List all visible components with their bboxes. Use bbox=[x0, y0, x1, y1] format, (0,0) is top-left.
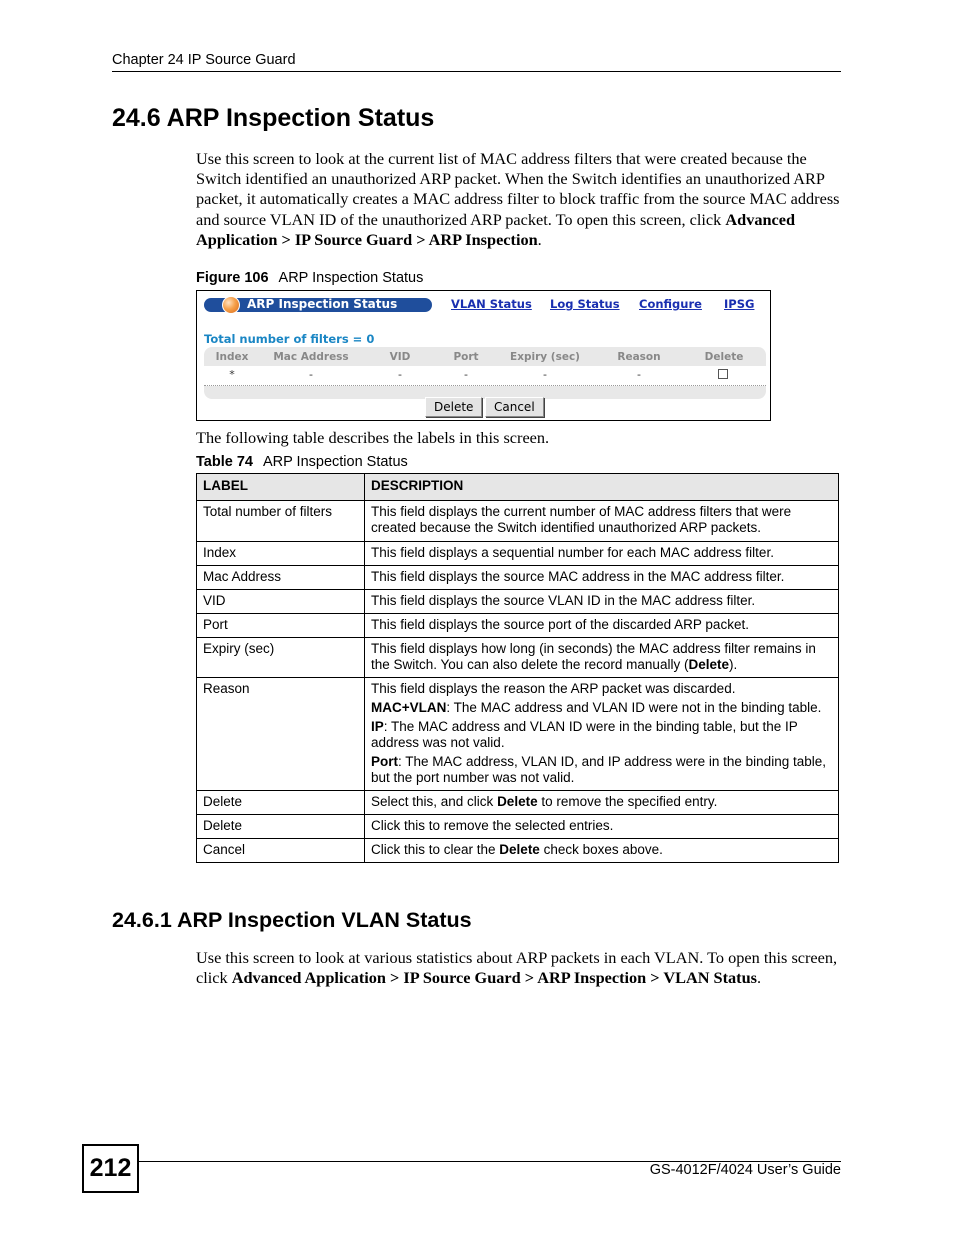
link-configure[interactable]: Configure bbox=[639, 297, 702, 311]
link-ipsg[interactable]: IPSG bbox=[724, 297, 754, 311]
intro-text-end: . bbox=[537, 229, 542, 249]
row-description: This field displays how long (in seconds… bbox=[364, 637, 839, 678]
link-vlan-status[interactable]: VLAN Status bbox=[451, 297, 532, 311]
col-port: Port bbox=[453, 351, 479, 363]
row-description: Click this to clear the Delete check box… bbox=[364, 838, 839, 863]
guide-title: GS-4012F/4024 User’s Guide bbox=[649, 1162, 841, 1178]
table-header-row: LABEL DESCRIPTION bbox=[196, 473, 839, 501]
delete-checkbox[interactable] bbox=[718, 369, 728, 379]
table-row: Cancel Click this to clear the Delete ch… bbox=[196, 838, 839, 863]
page-number: 212 bbox=[82, 1144, 139, 1193]
link-log-status[interactable]: Log Status bbox=[550, 297, 620, 311]
desc-text: Select this, and click bbox=[371, 794, 498, 809]
desc-bold: Delete bbox=[499, 842, 540, 857]
row-label: Index bbox=[196, 541, 365, 566]
table-number: Table 74 bbox=[196, 454, 253, 470]
row-label: Reason bbox=[196, 677, 365, 791]
reason-intro: This field displays the reason the ARP p… bbox=[371, 681, 736, 696]
reason-mac-vlan: MAC+VLAN: The MAC address and VLAN ID we… bbox=[371, 700, 832, 716]
row-description: This field displays the reason the ARP p… bbox=[364, 677, 839, 791]
total-filters-label: Total number of filters = 0 bbox=[204, 332, 375, 346]
desc-text: Click this to clear the bbox=[371, 842, 500, 857]
desc-bold: Delete bbox=[688, 657, 729, 672]
table-row: * - - - - - bbox=[204, 366, 766, 386]
row-label: Port bbox=[196, 613, 365, 638]
cell-index: * bbox=[229, 368, 235, 381]
reason-port: Port: The MAC address, VLAN ID, and IP a… bbox=[371, 754, 832, 786]
row-description: This field displays a sequential number … bbox=[364, 541, 839, 566]
desc-text-end: check boxes above. bbox=[539, 842, 663, 857]
cell-expiry: - bbox=[543, 368, 547, 381]
col-index: Index bbox=[215, 351, 249, 363]
row-label: Delete bbox=[196, 814, 365, 839]
orb-icon bbox=[222, 296, 240, 314]
subsection-text-end: . bbox=[756, 968, 762, 988]
col-delete: Delete bbox=[704, 351, 744, 363]
table-row: Mac Address This field displays the sour… bbox=[196, 565, 839, 590]
cell-vid: - bbox=[398, 368, 402, 381]
reason-text: : The MAC address, VLAN ID, and IP addre… bbox=[371, 754, 826, 785]
desc-bold: Delete bbox=[497, 794, 538, 809]
table-row: Index This field displays a sequential n… bbox=[196, 541, 839, 566]
table-row: Port This field displays the source port… bbox=[196, 613, 839, 638]
header-rule bbox=[112, 71, 841, 72]
chapter-header: Chapter 24 IP Source Guard bbox=[112, 52, 296, 68]
subsection-intro: Use this screen to look at various stati… bbox=[196, 948, 846, 988]
reason-text: : The MAC address and VLAN ID were not i… bbox=[446, 700, 822, 715]
figure-title: ARP Inspection Status bbox=[278, 270, 424, 286]
reason-term: MAC+VLAN bbox=[371, 700, 447, 715]
header-description: DESCRIPTION bbox=[364, 473, 839, 501]
reason-ip: IP: The MAC address and VLAN ID were in … bbox=[371, 719, 832, 751]
reason-term: Port bbox=[371, 754, 398, 769]
row-label: Cancel bbox=[196, 838, 365, 863]
figure-caption: Figure 106 ARP Inspection Status bbox=[196, 270, 423, 286]
figure-number: Figure 106 bbox=[196, 270, 269, 286]
table-row: VID This field displays the source VLAN … bbox=[196, 589, 839, 614]
cancel-button[interactable]: Cancel bbox=[485, 397, 544, 417]
row-description: This field displays the source port of t… bbox=[364, 613, 839, 638]
cell-mac-address: - bbox=[309, 368, 313, 381]
row-label: Expiry (sec) bbox=[196, 637, 365, 678]
row-description: This field displays the current number o… bbox=[364, 500, 839, 542]
desc-text-end: to remove the specified entry. bbox=[537, 794, 718, 809]
header-label: LABEL bbox=[196, 473, 365, 501]
table-row: Expiry (sec) This field displays how lon… bbox=[196, 637, 839, 678]
subsection-title: 24.6.1 ARP Inspection VLAN Status bbox=[112, 908, 472, 932]
subsection-menu-path: Advanced Application > IP Source Guard >… bbox=[231, 968, 757, 988]
reason-term: IP bbox=[371, 719, 384, 734]
row-label: Total number of filters bbox=[196, 500, 365, 542]
row-label: Mac Address bbox=[196, 565, 365, 590]
reason-text: : The MAC address and VLAN ID were in th… bbox=[371, 719, 798, 750]
tab-arp-inspection-status[interactable]: ARP Inspection Status bbox=[204, 296, 432, 314]
table-row: Reason This field displays the reason th… bbox=[196, 677, 839, 791]
delete-button[interactable]: Delete bbox=[425, 397, 483, 417]
col-reason: Reason bbox=[617, 351, 661, 363]
table-title: ARP Inspection Status bbox=[262, 454, 408, 470]
table-row: Total number of filters This field displ… bbox=[196, 500, 839, 542]
table-caption: Table 74 ARP Inspection Status bbox=[196, 454, 408, 470]
arp-inspection-screenshot: ARP Inspection Status VLAN Status Log St… bbox=[196, 290, 771, 421]
col-vid: VID bbox=[389, 351, 411, 363]
row-description: This field displays the source VLAN ID i… bbox=[364, 589, 839, 614]
tab-label: ARP Inspection Status bbox=[247, 297, 398, 311]
table-row: Delete Click this to remove the selected… bbox=[196, 814, 839, 839]
table-row: Delete Select this, and click Delete to … bbox=[196, 790, 839, 815]
row-description: This field displays the source MAC addre… bbox=[364, 565, 839, 590]
row-label: Delete bbox=[196, 790, 365, 815]
desc-text: This field displays how long (in seconds… bbox=[371, 641, 816, 672]
col-expiry: Expiry (sec) bbox=[510, 351, 580, 363]
row-label: VID bbox=[196, 589, 365, 614]
col-mac-address: Mac Address bbox=[273, 351, 349, 363]
cell-reason: - bbox=[637, 368, 641, 381]
filters-table: Index Mac Address VID Port Expiry (sec) … bbox=[204, 347, 766, 399]
cell-port: - bbox=[464, 368, 468, 381]
table-intro: The following table describes the labels… bbox=[196, 428, 550, 447]
section-intro: Use this screen to look at the current l… bbox=[196, 149, 846, 250]
section-title: 24.6 ARP Inspection Status bbox=[112, 104, 435, 132]
label-description-table: LABEL DESCRIPTION Total number of filter… bbox=[196, 473, 839, 863]
desc-text-end: ). bbox=[728, 657, 738, 672]
row-description: Click this to remove the selected entrie… bbox=[364, 814, 839, 839]
row-description: Select this, and click Delete to remove … bbox=[364, 790, 839, 815]
